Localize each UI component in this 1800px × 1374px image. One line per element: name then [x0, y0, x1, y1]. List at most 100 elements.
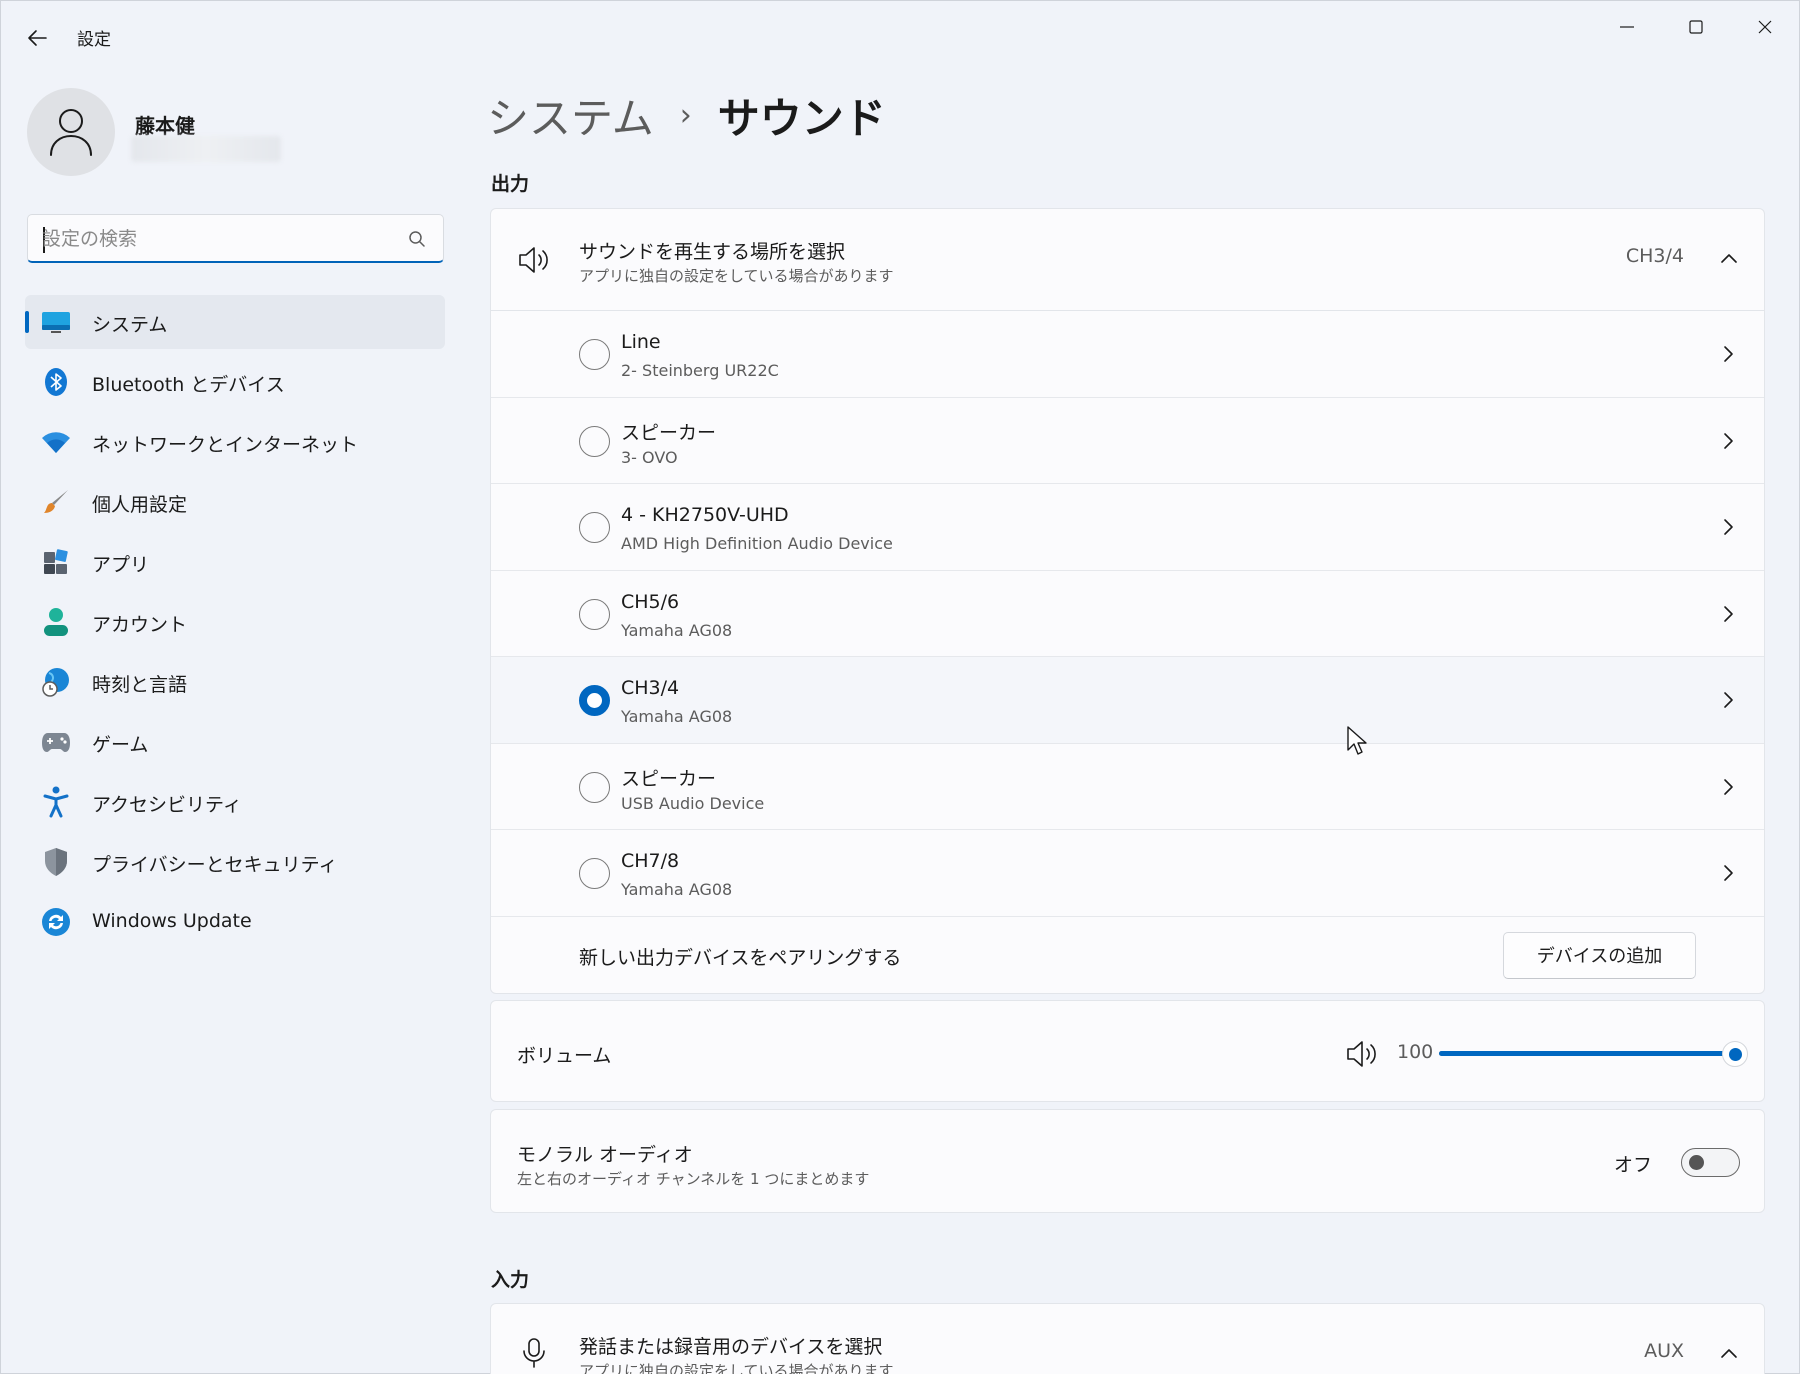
wifi-icon	[41, 428, 71, 456]
windows-update-icon	[41, 908, 71, 936]
chevron-right-icon[interactable]	[1718, 431, 1738, 451]
sidebar-item-label: ネットワークとインターネット	[92, 434, 359, 456]
output-section-title: 出力	[491, 173, 530, 195]
breadcrumb: システム › サウンド	[487, 85, 886, 145]
input-device-header[interactable]: 発話または録音用のデバイスを選択 アプリに独自の設定をしている場合があります A…	[491, 1304, 1764, 1374]
chevron-right-icon[interactable]	[1718, 344, 1738, 364]
sidebar-item-accessibility[interactable]: アクセシビリティ	[25, 775, 445, 829]
device-name: CH3/4	[621, 677, 680, 699]
user-name: 藤本健	[135, 114, 195, 138]
user-profile[interactable]: 藤本健	[27, 88, 427, 180]
sidebar-item-label: Windows Update	[92, 910, 252, 932]
output-header-subtitle: アプリに独自の設定をしている場合があります	[579, 267, 894, 285]
sidebar-item-personalization[interactable]: 個人用設定	[25, 475, 445, 529]
device-description: USB Audio Device	[621, 793, 765, 813]
app-title: 設定	[77, 30, 111, 50]
minimize-icon	[1620, 26, 1634, 28]
sidebar-item-privacy[interactable]: プライバシーとセキュリティ	[25, 835, 445, 889]
output-device-row-selected[interactable]: CH3/4 Yamaha AG08	[491, 657, 1764, 744]
search-input[interactable]	[42, 225, 382, 253]
volume-card: ボリューム 100	[490, 1000, 1765, 1102]
device-radio[interactable]	[579, 339, 610, 370]
chevron-right-icon[interactable]	[1718, 517, 1738, 537]
mono-audio-card: モノラル オーディオ 左と右のオーディオ チャンネルを 1 つにまとめます オフ	[490, 1109, 1765, 1213]
chevron-right-icon[interactable]	[1718, 863, 1738, 883]
output-header-title: サウンドを再生する場所を選択	[579, 241, 846, 263]
chevron-right-icon[interactable]	[1718, 604, 1738, 624]
device-description: Yamaha AG08	[621, 620, 733, 640]
breadcrumb-parent[interactable]: システム	[487, 85, 654, 146]
sidebar-item-bluetooth[interactable]: Bluetooth とデバイス	[25, 355, 445, 409]
account-icon	[41, 608, 71, 636]
toggle-knob	[1689, 1155, 1704, 1170]
device-description: 3- OVO	[621, 447, 678, 467]
output-device-row[interactable]: 4 - KH2750V-UHD AMD High Definition Audi…	[491, 484, 1764, 571]
sidebar-item-network[interactable]: ネットワークとインターネット	[25, 415, 445, 469]
slider-thumb[interactable]	[1722, 1041, 1748, 1067]
sidebar-item-apps[interactable]: アプリ	[25, 535, 445, 589]
output-device-row[interactable]: スピーカー 3- OVO	[491, 398, 1764, 484]
device-radio[interactable]	[579, 858, 610, 889]
avatar	[27, 88, 115, 176]
sidebar-item-gaming[interactable]: ゲーム	[25, 715, 445, 769]
output-device-row[interactable]: CH5/6 Yamaha AG08	[491, 571, 1764, 657]
sidebar-item-accounts[interactable]: アカウント	[25, 595, 445, 649]
mono-audio-subtitle: 左と右のオーディオ チャンネルを 1 つにまとめます	[517, 1170, 870, 1188]
output-device-row[interactable]: スピーカー USB Audio Device	[491, 744, 1764, 830]
sidebar-item-label: 個人用設定	[92, 494, 188, 516]
mono-audio-toggle[interactable]	[1681, 1148, 1740, 1177]
pair-device-row: 新しい出力デバイスをペアリングする デバイスの追加	[491, 917, 1764, 993]
device-description: Yamaha AG08	[621, 707, 733, 726]
device-name: Line	[621, 331, 661, 353]
device-name: スピーカー	[621, 767, 717, 790]
device-radio[interactable]	[579, 598, 610, 630]
sidebar-item-system[interactable]: システム	[25, 295, 445, 349]
maximize-button[interactable]	[1662, 7, 1730, 47]
minimize-button[interactable]	[1593, 7, 1661, 47]
mono-audio-state: オフ	[1613, 1154, 1652, 1176]
device-description: 2- Steinberg UR22C	[621, 361, 779, 380]
device-name: CH5/6	[621, 590, 680, 613]
output-selected-device: CH3/4	[1625, 245, 1684, 267]
settings-window: 設定 藤本健 システム	[0, 0, 1800, 1374]
microphone-icon	[523, 1338, 545, 1368]
chevron-right-icon[interactable]	[1718, 690, 1738, 710]
chevron-up-icon[interactable]	[1718, 247, 1740, 269]
settings-search[interactable]	[27, 214, 444, 263]
device-radio-selected[interactable]	[579, 685, 610, 716]
add-device-button[interactable]: デバイスの追加	[1503, 931, 1696, 979]
volume-slider[interactable]	[1439, 1041, 1748, 1067]
volume-label: ボリューム	[517, 1045, 612, 1067]
sidebar-nav: システム Bluetooth とデバイス ネットワークとインターネット 個人用設…	[25, 295, 445, 955]
sidebar-item-label: システム	[92, 314, 168, 336]
close-button[interactable]	[1731, 7, 1799, 47]
sidebar-item-windows-update[interactable]: Windows Update	[25, 895, 445, 949]
device-radio[interactable]	[579, 512, 610, 543]
chevron-right-icon[interactable]	[1718, 777, 1738, 797]
input-header-title: 発話または録音用のデバイスを選択	[579, 1336, 883, 1358]
output-device-row[interactable]: Line 2- Steinberg UR22C	[491, 311, 1764, 398]
device-description: Yamaha AG08	[621, 880, 733, 899]
device-radio[interactable]	[579, 771, 610, 803]
volume-value: 100	[1397, 1041, 1434, 1063]
chevron-up-icon[interactable]	[1718, 1342, 1740, 1364]
person-icon	[50, 109, 92, 156]
apps-icon	[41, 548, 71, 576]
sidebar-item-label: アカウント	[92, 614, 188, 636]
bluetooth-icon	[41, 368, 71, 396]
volume-speaker-icon[interactable]	[1345, 1039, 1379, 1069]
search-icon[interactable]	[407, 229, 427, 249]
device-radio[interactable]	[579, 425, 610, 457]
sidebar-item-label: 時刻と言語	[92, 674, 188, 696]
output-device-row[interactable]: CH7/8 Yamaha AG08	[491, 830, 1764, 917]
back-button[interactable]	[19, 21, 55, 55]
output-device-header[interactable]: サウンドを再生する場所を選択 アプリに独自の設定をしている場合があります CH3…	[491, 209, 1764, 311]
sidebar-item-time-language[interactable]: 時刻と言語	[25, 655, 445, 709]
sidebar-item-label: ゲーム	[92, 734, 149, 756]
sidebar-item-label: プライバシーとセキュリティ	[92, 854, 338, 876]
shield-icon	[41, 848, 71, 876]
gamepad-icon	[41, 728, 71, 756]
input-header-subtitle: アプリに独自の設定をしている場合があります	[579, 1362, 894, 1374]
device-description: AMD High Definition Audio Device	[621, 534, 893, 553]
maximize-icon	[1689, 20, 1703, 34]
